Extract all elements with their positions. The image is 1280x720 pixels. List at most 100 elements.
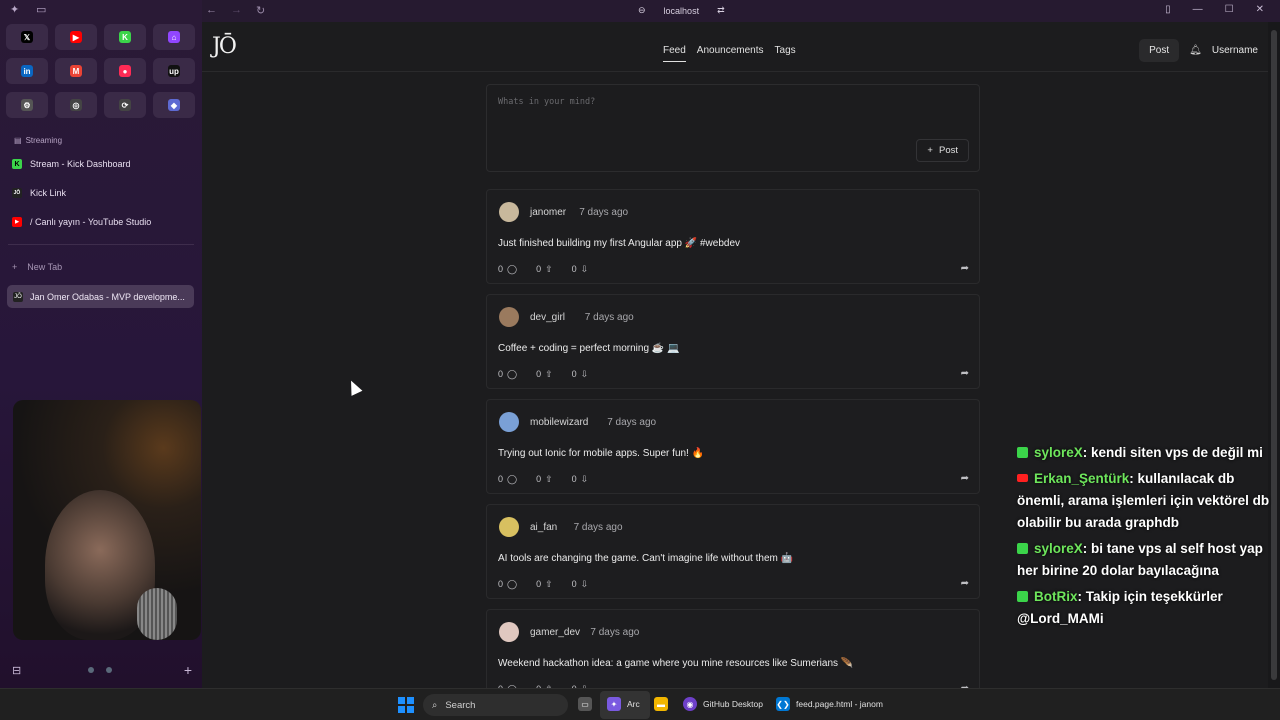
post-card: dev_girl 7 days ago Coffee + coding = pe… xyxy=(486,294,980,389)
sidebar-tab-youtube-studio[interactable]: ▶ / Canlı yayın - YouTube Studio xyxy=(12,217,151,227)
main-nav: Feed Anouncements Tags xyxy=(663,45,796,62)
section-streaming[interactable]: ▤ Streaming xyxy=(14,136,62,145)
upvote-count: 0 xyxy=(536,369,542,379)
site-settings-icon[interactable]: ⇄ xyxy=(717,5,725,16)
favorite-twitch[interactable]: ⌂ xyxy=(153,24,195,50)
comment-count: 0 xyxy=(498,474,504,484)
avatar[interactable] xyxy=(499,412,519,432)
post-username[interactable]: janomer xyxy=(530,207,566,218)
post-timestamp: 7 days ago xyxy=(607,417,657,428)
avatar[interactable] xyxy=(499,307,519,327)
post-username[interactable]: ai_fan xyxy=(530,522,557,533)
sidebar-toggle-icon[interactable]: ▭ xyxy=(36,4,48,16)
share-icon[interactable]: ➦ xyxy=(961,578,969,589)
archive-icon[interactable]: ⊟ xyxy=(12,664,21,677)
nav-feed[interactable]: Feed xyxy=(663,45,686,62)
windows-start-icon[interactable] xyxy=(398,697,414,713)
post-username[interactable]: dev_girl xyxy=(530,312,565,323)
downvote-button[interactable]: 0⇩ xyxy=(572,369,589,380)
avatar[interactable] xyxy=(499,517,519,537)
comments-button[interactable]: 0◯ xyxy=(498,369,517,380)
comments-button[interactable]: 0◯ xyxy=(498,474,517,485)
url-bar[interactable]: ⊖ localhost ⇄ xyxy=(638,5,725,16)
favorite-gmail[interactable]: M xyxy=(55,58,97,84)
downvote-button[interactable]: 0⇩ xyxy=(572,579,589,590)
taskbar-arc[interactable]: ✦ Arc xyxy=(607,697,640,711)
downvote-button[interactable]: 0⇩ xyxy=(572,474,589,485)
task-view-glyph: ▭ xyxy=(578,697,592,711)
space-switcher[interactable] xyxy=(88,667,112,673)
search-label: Search xyxy=(445,699,476,711)
url-text: localhost xyxy=(663,5,700,16)
upvote-button[interactable]: 0⇧ xyxy=(536,369,553,380)
kick-icon xyxy=(1017,543,1028,554)
maximize-icon[interactable]: ☐ xyxy=(1225,4,1234,15)
avatar[interactable] xyxy=(499,202,519,222)
sidebar-tab-kick-link[interactable]: JŌ Kick Link xyxy=(12,188,66,198)
post-body: Just finished building my first Angular … xyxy=(498,238,741,249)
plus-icon: + xyxy=(927,145,933,156)
post-button-label: Post xyxy=(938,145,958,156)
favorite-record[interactable]: ● xyxy=(104,58,146,84)
nav-controls: ← → ↻ xyxy=(206,4,265,17)
taskbar-github-desktop[interactable]: ◉ GitHub Desktop xyxy=(683,697,763,711)
share-icon[interactable]: ➦ xyxy=(961,473,969,484)
sidebar-tab-kick-dashboard[interactable]: K Stream - Kick Dashboard xyxy=(12,159,131,169)
upvote-button[interactable]: 0⇧ xyxy=(536,474,553,485)
task-view-icon[interactable]: ▭ xyxy=(578,697,592,711)
favorite-linear[interactable]: ◆ xyxy=(153,92,195,118)
header-post-button[interactable]: Post xyxy=(1139,39,1180,62)
reload-icon[interactable]: ↻ xyxy=(256,4,265,17)
favorite-target[interactable]: ◎ xyxy=(55,92,97,118)
share-icon[interactable]: ➦ xyxy=(961,368,969,379)
close-icon[interactable]: ✕ xyxy=(1256,4,1264,15)
favorite-sync[interactable]: ⟳ xyxy=(104,92,146,118)
favorite-x[interactable]: 𝕏 xyxy=(6,24,48,50)
upvote-count: 0 xyxy=(536,264,542,274)
site-logo[interactable]: JŌ xyxy=(212,34,237,59)
arc-logo-icon[interactable]: ✦ xyxy=(10,4,22,16)
favorite-linkedin[interactable]: in xyxy=(6,58,48,84)
favorite-upwork[interactable]: up xyxy=(153,58,195,84)
downvote-count: 0 xyxy=(571,369,577,379)
upvote-button[interactable]: 0⇧ xyxy=(536,264,553,275)
share-icon[interactable]: ➦ xyxy=(961,263,969,274)
scrollbar-thumb[interactable] xyxy=(1271,30,1277,680)
browser-sidebar: ✦ ▭ 𝕏 ▶ K ⌂ in M ● up ⚙ ◎ ⟳ ◆ ▤ Streaming K Stream … xyxy=(0,0,202,688)
new-tab-button[interactable]: + New Tab xyxy=(12,262,62,272)
forward-icon[interactable]: → xyxy=(231,4,242,17)
taskbar-vscode[interactable]: ❮❯ feed.page.html - janom xyxy=(776,697,883,711)
favorite-settings[interactable]: ⚙ xyxy=(6,92,48,118)
favorite-youtube[interactable]: ▶ xyxy=(55,24,97,50)
back-icon[interactable]: ← xyxy=(206,4,217,17)
space-dot-icon[interactable] xyxy=(88,667,94,673)
taskbar-file-explorer[interactable]: ▬ xyxy=(654,697,668,711)
composer-post-button[interactable]: + Post xyxy=(916,139,969,162)
nav-tags[interactable]: Tags xyxy=(775,45,796,62)
upvote-button[interactable]: 0⇧ xyxy=(536,579,553,590)
taskbar-search[interactable]: ⌕ Search xyxy=(423,694,568,716)
youtube-icon: ▶ xyxy=(70,31,82,43)
minimize-icon[interactable]: — xyxy=(1193,4,1203,15)
post-username[interactable]: mobilewizard xyxy=(530,417,588,428)
nav-announcements[interactable]: Anouncements xyxy=(697,45,764,62)
username-menu[interactable]: Username xyxy=(1212,45,1258,56)
post-username[interactable]: gamer_dev xyxy=(530,627,580,638)
add-space-icon[interactable]: + xyxy=(184,662,192,678)
bell-icon[interactable]: 🔔︎ xyxy=(1189,45,1202,56)
split-view-icon[interactable]: ▯ xyxy=(1165,4,1171,15)
comments-button[interactable]: 0◯ xyxy=(498,264,517,275)
favorite-kick[interactable]: K xyxy=(104,24,146,50)
space-dot-icon[interactable] xyxy=(106,667,112,673)
sidebar-tab-active[interactable]: JŌ Jan Omer Odabas - MVP developme... xyxy=(7,285,194,308)
comment-icon: ◯ xyxy=(507,579,518,589)
downvote-button[interactable]: 0⇩ xyxy=(572,264,589,275)
chat-message: BotRix: Takip için teşekkürler @Lord_MAM… xyxy=(1017,586,1279,630)
avatar[interactable] xyxy=(499,622,519,642)
app-label: Arc xyxy=(627,699,640,709)
comment-icon: ◯ xyxy=(507,474,518,484)
composer-textarea[interactable]: Whats in your mind? xyxy=(498,97,595,107)
plus-icon: + xyxy=(12,262,18,272)
link-icon[interactable]: ⊖ xyxy=(638,5,646,16)
comments-button[interactable]: 0◯ xyxy=(498,579,517,590)
